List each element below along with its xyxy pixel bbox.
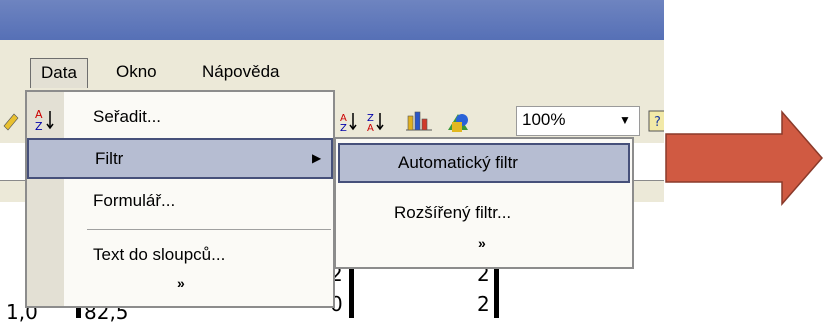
menu-okno[interactable]: Okno xyxy=(106,58,167,86)
submenu-item-rozsireny-filtr[interactable]: Rozšířený filtr... xyxy=(336,193,632,233)
menu-data-label: Data xyxy=(41,63,77,82)
filter-submenu: Automatický filtr Rozšířený filtr... » xyxy=(334,137,634,269)
svg-text:?: ? xyxy=(654,115,661,130)
sort-descending-icon[interactable]: ZA xyxy=(365,110,387,134)
zoom-value: 100% xyxy=(522,110,566,129)
help-icon[interactable]: ? xyxy=(648,110,664,132)
menu-item-formular[interactable]: Formulář... xyxy=(27,180,333,221)
expand-menu-icon[interactable]: » xyxy=(177,275,185,291)
menu-item-label: Formulář... xyxy=(93,191,176,210)
data-menu: AZ Seřadit... Filtr ▶ Formulář... Text d… xyxy=(25,90,335,308)
pointer-arrow xyxy=(665,110,823,206)
menu-item-label: Text do sloupců... xyxy=(93,245,226,264)
svg-text:Z: Z xyxy=(35,120,43,131)
menu-item-seradit[interactable]: AZ Seřadit... xyxy=(27,96,333,137)
menu-data[interactable]: Data xyxy=(30,58,88,88)
title-bar xyxy=(0,0,664,40)
svg-text:A: A xyxy=(367,123,374,132)
cell-value[interactable]: 2 xyxy=(477,292,490,316)
expand-submenu-icon[interactable]: » xyxy=(478,235,486,251)
sort-ascending-icon[interactable]: AZ xyxy=(338,110,360,134)
menu-item-text-do-sloupcu[interactable]: Text do sloupců... xyxy=(27,234,333,275)
menu-item-label: Filtr xyxy=(95,149,124,168)
menu-item-filtr[interactable]: Filtr ▶ xyxy=(27,138,333,179)
submenu-item-label: Rozšířený filtr... xyxy=(394,203,512,222)
toolbar-fragment-icon[interactable] xyxy=(2,110,22,132)
submenu-item-automaticky-filtr[interactable]: Automatický filtr xyxy=(338,143,630,183)
submenu-arrow-icon: ▶ xyxy=(312,151,322,165)
menu-item-label: Seřadit... xyxy=(93,107,162,126)
drawing-icon[interactable] xyxy=(444,110,474,132)
menu-napoveda-label: Nápověda xyxy=(202,62,280,81)
zoom-dropdown-arrow[interactable]: ▼ xyxy=(614,108,636,132)
menu-separator xyxy=(87,229,331,230)
submenu-item-label: Automatický filtr xyxy=(398,153,518,172)
menu-okno-label: Okno xyxy=(116,62,157,81)
chart-icon[interactable] xyxy=(404,110,434,132)
menu-bar: Data Okno Nápověda xyxy=(0,40,664,93)
svg-text:Z: Z xyxy=(340,123,347,132)
menu-napoveda[interactable]: Nápověda xyxy=(192,58,290,86)
